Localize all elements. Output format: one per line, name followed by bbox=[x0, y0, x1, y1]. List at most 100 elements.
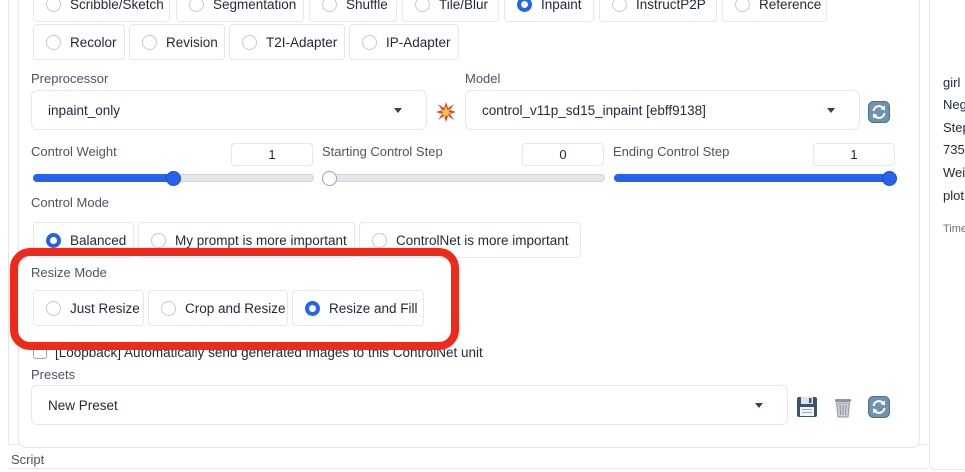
radio-label: Shuffle bbox=[346, 0, 388, 12]
run-preprocessor-button[interactable] bbox=[435, 101, 457, 123]
script-label: Script bbox=[11, 452, 45, 467]
radio-label: InstructP2P bbox=[636, 0, 706, 12]
loopback-label: [Loopback] Automatically send generated … bbox=[55, 345, 483, 360]
control-type-instructp2p[interactable]: InstructP2P bbox=[599, 0, 717, 22]
radio-checked-icon bbox=[517, 0, 532, 12]
radio-label: Tile/Blur bbox=[439, 0, 489, 12]
info-line: Wei bbox=[943, 165, 965, 180]
radio-icon bbox=[189, 0, 204, 12]
info-line: plot bbox=[943, 188, 964, 203]
radio-label: My prompt is more important bbox=[175, 232, 347, 248]
control-type-inpaint[interactable]: Inpaint bbox=[504, 0, 594, 22]
info-line: girl bbox=[943, 75, 961, 90]
trash-icon bbox=[835, 399, 851, 418]
starting-step-slider-track[interactable] bbox=[324, 174, 605, 182]
chevron-down-icon bbox=[755, 403, 763, 408]
model-dropdown[interactable]: control_v11p_sd15_inpaint [ebff9138] bbox=[465, 90, 860, 130]
starting-step-input[interactable]: 0 bbox=[522, 143, 604, 166]
radio-icon bbox=[242, 34, 257, 50]
time-label: Time bbox=[943, 223, 965, 235]
radio-icon bbox=[161, 300, 176, 316]
radio-label: Inpaint bbox=[541, 0, 582, 12]
preprocessor-value: inpaint_only bbox=[48, 102, 121, 118]
explosion-icon bbox=[436, 102, 456, 122]
radio-icon bbox=[415, 0, 430, 12]
info-line: Neg bbox=[943, 97, 965, 112]
info-line: Step bbox=[943, 120, 965, 135]
control-type-recolor[interactable]: Recolor bbox=[33, 24, 125, 60]
resize-mode-resize-and-fill[interactable]: Resize and Fill bbox=[292, 290, 424, 326]
radio-label: IP-Adapter bbox=[386, 34, 451, 50]
radio-label: Crop and Resize bbox=[185, 300, 286, 316]
refresh-icon bbox=[868, 396, 890, 418]
radio-label: T2I-Adapter bbox=[266, 34, 338, 50]
control-type-t2i-adapter[interactable]: T2I-Adapter bbox=[229, 24, 345, 60]
control-mode-controlnet-important[interactable]: ControlNet is more important bbox=[359, 222, 581, 258]
radio-checked-icon bbox=[305, 300, 320, 316]
radio-label: Segmentation bbox=[213, 0, 297, 12]
ending-step-label: Ending Control Step bbox=[613, 144, 730, 159]
control-type-revision[interactable]: Revision bbox=[129, 24, 225, 60]
refresh-models-button[interactable] bbox=[868, 101, 890, 123]
radio-checked-icon bbox=[46, 232, 61, 248]
radio-label: Recolor bbox=[70, 34, 117, 50]
floppy-disk-icon bbox=[797, 397, 817, 417]
resize-mode-just-resize[interactable]: Just Resize bbox=[33, 290, 144, 326]
control-type-reference[interactable]: Reference bbox=[722, 0, 827, 22]
chevron-down-icon bbox=[827, 108, 835, 113]
info-line: 735 bbox=[943, 142, 965, 157]
control-weight-label: Control Weight bbox=[31, 144, 117, 159]
radio-label: Reference bbox=[759, 0, 822, 12]
model-value: control_v11p_sd15_inpaint [ebff9138] bbox=[482, 102, 706, 118]
ending-step-slider-fill bbox=[614, 174, 895, 182]
refresh-presets-button[interactable] bbox=[868, 396, 890, 418]
preprocessor-label: Preprocessor bbox=[31, 71, 109, 86]
radio-icon bbox=[46, 34, 61, 50]
radio-label: Balanced bbox=[70, 232, 127, 248]
control-type-tile-blur[interactable]: Tile/Blur bbox=[402, 0, 499, 22]
control-weight-slider-fill bbox=[33, 174, 173, 182]
radio-icon bbox=[322, 0, 337, 12]
control-type-segmentation[interactable]: Segmentation bbox=[176, 0, 304, 22]
chevron-down-icon bbox=[394, 108, 402, 113]
radio-icon bbox=[735, 0, 750, 12]
script-dropdown-edge[interactable] bbox=[8, 468, 928, 469]
starting-step-slider-handle[interactable] bbox=[322, 171, 337, 186]
model-label: Model bbox=[465, 71, 501, 86]
presets-label: Presets bbox=[31, 367, 76, 382]
ending-step-input[interactable]: 1 bbox=[813, 143, 895, 166]
control-weight-slider-handle[interactable] bbox=[166, 171, 181, 186]
outer-container-border bbox=[8, 0, 9, 445]
radio-label: Revision bbox=[166, 34, 218, 50]
presets-dropdown[interactable]: New Preset bbox=[31, 385, 788, 425]
starting-step-label: Starting Control Step bbox=[322, 144, 443, 159]
output-info-panel: girl Neg Step 735 Wei plot Time bbox=[929, 0, 965, 470]
radio-icon bbox=[372, 232, 387, 248]
radio-icon bbox=[362, 34, 377, 50]
radio-icon bbox=[46, 0, 61, 12]
loopback-checkbox[interactable] bbox=[33, 347, 47, 359]
control-mode-label: Control Mode bbox=[31, 195, 110, 210]
radio-icon bbox=[612, 0, 627, 12]
delete-preset-button[interactable] bbox=[832, 396, 854, 418]
presets-value: New Preset bbox=[48, 397, 118, 413]
radio-label: Scribble/Sketch bbox=[70, 0, 164, 12]
control-weight-input[interactable]: 1 bbox=[231, 143, 313, 166]
radio-label: Resize and Fill bbox=[329, 300, 418, 316]
control-mode-balanced[interactable]: Balanced bbox=[33, 222, 134, 258]
radio-label: ControlNet is more important bbox=[396, 232, 569, 248]
radio-icon bbox=[142, 34, 157, 50]
control-type-shuffle[interactable]: Shuffle bbox=[309, 0, 397, 22]
preprocessor-dropdown[interactable]: inpaint_only bbox=[31, 90, 427, 130]
save-preset-button[interactable] bbox=[796, 396, 818, 418]
control-type-ip-adapter[interactable]: IP-Adapter bbox=[349, 24, 459, 60]
control-mode-prompt-important[interactable]: My prompt is more important bbox=[138, 222, 355, 258]
ending-step-slider-handle[interactable] bbox=[882, 171, 897, 186]
resize-mode-label: Resize Mode bbox=[31, 265, 107, 280]
resize-mode-crop-and-resize[interactable]: Crop and Resize bbox=[148, 290, 288, 326]
radio-icon bbox=[46, 300, 61, 316]
radio-label: Just Resize bbox=[70, 300, 140, 316]
radio-icon bbox=[151, 232, 166, 248]
control-type-scribble[interactable]: Scribble/Sketch bbox=[33, 0, 170, 22]
refresh-icon bbox=[868, 101, 890, 123]
